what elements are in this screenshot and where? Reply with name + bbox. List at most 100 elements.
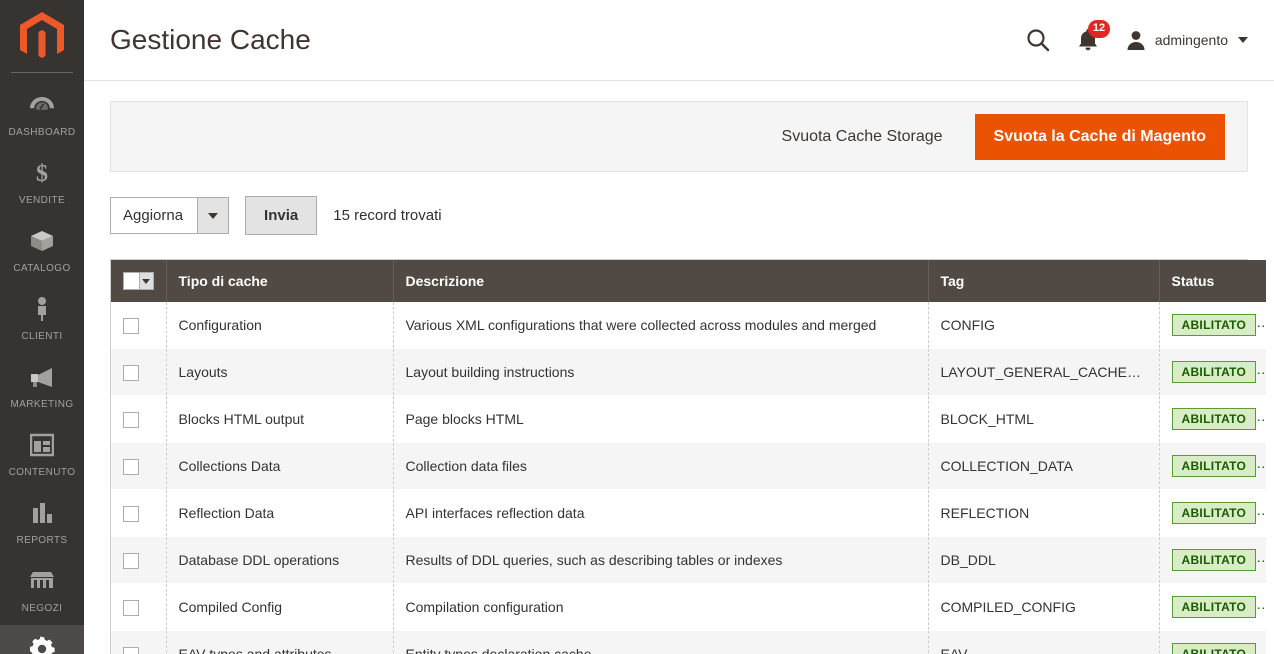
table-row[interactable]: LayoutsLayout building instructionsLAYOU… [111, 349, 1266, 396]
status-badge: ABILITATO [1172, 314, 1257, 336]
cell-description: Layout building instructions [393, 349, 928, 396]
select-all-header [111, 260, 166, 302]
header-actions: 12 admingento [1025, 27, 1248, 53]
cell-status: ABILITATO [1159, 537, 1266, 584]
chevron-down-icon[interactable] [197, 197, 229, 234]
table-row[interactable]: Database DDL operationsResults of DDL qu… [111, 537, 1266, 584]
row-checkbox-cell [111, 584, 166, 631]
sidebar-item-catalogo[interactable]: CATALOGO [0, 217, 84, 285]
sidebar-item-label: VENDITE [19, 195, 65, 206]
status-badge: ABILITATO [1172, 596, 1257, 618]
column-header-description[interactable]: Descrizione [393, 260, 928, 302]
table-row[interactable]: Compiled ConfigCompilation configuration… [111, 584, 1266, 631]
cell-cache-type: Compiled Config [166, 584, 393, 631]
reports-bar-chart-icon [2, 500, 82, 526]
stores-shop-icon [2, 568, 82, 594]
cell-description: API interfaces reflection data [393, 490, 928, 537]
content-layout-icon [2, 432, 82, 458]
sidebar-item-contenuto[interactable]: CONTENUTO [0, 421, 84, 489]
sidebar-item-label: MARKETING [10, 399, 73, 410]
sidebar-item-sistema[interactable]: SISTEMA [0, 625, 84, 654]
table-body: ConfigurationVarious XML configurations … [111, 302, 1266, 654]
notifications-badge: 12 [1088, 20, 1110, 38]
customers-person-icon [2, 296, 82, 322]
record-count: 15 record trovati [333, 207, 441, 224]
table-row[interactable]: Blocks HTML outputPage blocks HTMLBLOCK_… [111, 396, 1266, 443]
row-checkbox[interactable] [123, 506, 139, 522]
row-checkbox[interactable] [123, 459, 139, 475]
mass-action-select[interactable]: Aggiorna [110, 197, 229, 234]
table-row[interactable]: Collections DataCollection data filesCOL… [111, 443, 1266, 490]
cell-cache-type: Layouts [166, 349, 393, 396]
cell-tag: CONFIG [928, 302, 1159, 349]
search-icon[interactable] [1025, 27, 1051, 53]
row-checkbox[interactable] [123, 412, 139, 428]
row-checkbox-cell [111, 396, 166, 443]
sidebar-item-negozi[interactable]: NEGOZI [0, 557, 84, 625]
sidebar-item-label: NEGOZI [22, 603, 63, 614]
select-all-dropdown-icon[interactable] [139, 272, 153, 290]
table-row[interactable]: Reflection DataAPI interfaces reflection… [111, 490, 1266, 537]
cell-description: Entity types declaration cache [393, 631, 928, 654]
select-all-checkbox[interactable] [123, 272, 139, 290]
row-checkbox-cell [111, 537, 166, 584]
cell-tag: DB_DDL [928, 537, 1159, 584]
cell-cache-type: EAV types and attributes [166, 631, 393, 654]
flush-magento-cache-button[interactable]: Svuota la Cache di Magento [975, 114, 1225, 160]
status-badge: ABILITATO [1172, 549, 1257, 571]
cell-status: ABILITATO [1159, 584, 1266, 631]
dashboard-icon [2, 92, 82, 118]
main-content: Gestione Cache 12 [84, 0, 1274, 654]
cell-tag: REFLECTION [928, 490, 1159, 537]
row-checkbox[interactable] [123, 365, 139, 381]
page-header: Gestione Cache 12 [84, 0, 1274, 81]
catalog-box-icon [2, 228, 82, 254]
user-avatar-icon [1125, 29, 1147, 51]
row-checkbox-cell [111, 349, 166, 396]
cell-cache-type: Reflection Data [166, 490, 393, 537]
row-checkbox[interactable] [123, 647, 139, 654]
column-header-type[interactable]: Tipo di cache [166, 260, 393, 302]
flush-cache-storage-button[interactable]: Svuota Cache Storage [780, 122, 945, 152]
cell-status: ABILITATO [1159, 396, 1266, 443]
sidebar-item-label: CONTENUTO [9, 467, 76, 478]
status-badge: ABILITATO [1172, 455, 1257, 477]
cell-description: Page blocks HTML [393, 396, 928, 443]
row-checkbox[interactable] [123, 600, 139, 616]
cell-cache-type: Collections Data [166, 443, 393, 490]
submit-button[interactable]: Invia [245, 196, 317, 235]
cell-status: ABILITATO [1159, 349, 1266, 396]
column-header-status[interactable]: Status [1159, 260, 1266, 302]
cell-status: ABILITATO [1159, 443, 1266, 490]
row-checkbox[interactable] [123, 553, 139, 569]
column-header-tag[interactable]: Tag [928, 260, 1159, 302]
cell-description: Collection data files [393, 443, 928, 490]
sidebar-item-vendite[interactable]: $ VENDITE [0, 149, 84, 217]
sidebar-item-label: DASHBOARD [9, 127, 76, 138]
table-row[interactable]: EAV types and attributesEntity types dec… [111, 631, 1266, 654]
user-menu[interactable]: admingento [1125, 29, 1248, 51]
notifications-button[interactable]: 12 [1077, 28, 1099, 52]
status-badge: ABILITATO [1172, 408, 1257, 430]
mass-action-selected-value[interactable]: Aggiorna [110, 197, 197, 234]
magento-logo[interactable] [0, 0, 84, 72]
row-checkbox-cell [111, 302, 166, 349]
sidebar-item-label: CATALOGO [13, 263, 70, 274]
status-badge: ABILITATO [1172, 643, 1257, 654]
sidebar: DASHBOARD $ VENDITE CATALOGO [0, 0, 84, 654]
user-name: admingento [1155, 32, 1228, 48]
page-title: Gestione Cache [110, 23, 1025, 57]
svg-text:$: $ [36, 161, 48, 186]
table-row[interactable]: ConfigurationVarious XML configurations … [111, 302, 1266, 349]
cell-cache-type: Blocks HTML output [166, 396, 393, 443]
cell-cache-type: Configuration [166, 302, 393, 349]
status-badge: ABILITATO [1172, 361, 1257, 383]
sidebar-item-marketing[interactable]: MARKETING [0, 353, 84, 421]
row-checkbox[interactable] [123, 318, 139, 334]
magento-logo-icon [17, 10, 67, 62]
sidebar-item-dashboard[interactable]: DASHBOARD [0, 81, 84, 149]
cell-status: ABILITATO [1159, 631, 1266, 654]
sidebar-item-reports[interactable]: REPORTS [0, 489, 84, 557]
sidebar-item-clienti[interactable]: CLIENTI [0, 285, 84, 353]
status-badge: ABILITATO [1172, 502, 1257, 524]
